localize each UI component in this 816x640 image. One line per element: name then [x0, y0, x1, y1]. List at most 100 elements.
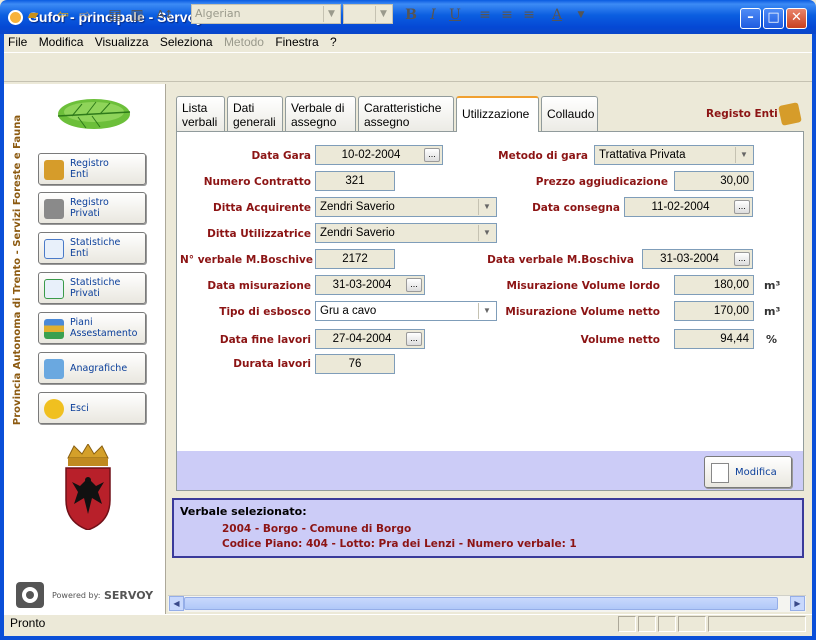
leaf-logo-icon	[57, 99, 131, 129]
bold-icon[interactable]: B	[402, 6, 420, 24]
maximize-icon[interactable]: □	[763, 8, 784, 29]
menu-modifica[interactable]: Modifica	[35, 34, 88, 50]
metodo-gara-label: Metodo di gara	[498, 150, 588, 162]
sidebar-item-label: Statistiche Privati	[70, 277, 121, 299]
metodo-gara-select[interactable]: Trattativa Privata ▼	[594, 145, 754, 165]
align-right-icon[interactable]: ≡	[520, 6, 538, 24]
chevron-down-icon: ▼	[323, 6, 339, 22]
ditta-utilizzatrice-label: Ditta Utilizzatrice	[207, 228, 311, 240]
menu-finestra[interactable]: Finestra	[271, 34, 322, 50]
modifica-label: Modifica	[735, 467, 777, 478]
tab-verbale-di-assegno[interactable]: Verbale di assegno	[285, 96, 356, 131]
prezzo-label: Prezzo aggiudicazione	[535, 176, 668, 188]
font-name-select: Algerian ▼	[191, 4, 341, 24]
ditta-utilizzatrice-select[interactable]: Zendri Saverio ▼	[315, 223, 497, 243]
prezzo-field[interactable]: 30,00	[674, 171, 754, 191]
data-misurazione-label: Data misurazione	[207, 280, 311, 292]
book-icon[interactable]	[778, 102, 802, 126]
durata-lavori-label: Durata lavori	[233, 358, 311, 370]
menu-visualizza[interactable]: Visualizza	[91, 34, 153, 50]
open-folder-icon[interactable]: ▰	[24, 6, 42, 24]
sort-icon[interactable]: A↕	[156, 6, 174, 24]
date-picker-button[interactable]: ...	[424, 148, 440, 162]
data-gara-value: 10-02-2004	[341, 149, 401, 161]
n-verbale-label: N° verbale M.Boschive	[180, 254, 313, 266]
status-panel	[708, 616, 806, 632]
vol-lordo-unit: m³	[764, 279, 781, 292]
align-center-icon[interactable]: ≡	[498, 6, 516, 24]
n-verbale-field[interactable]: 2172	[315, 249, 395, 269]
italic-icon[interactable]: I	[424, 6, 442, 24]
data-fine-lavori-field[interactable]: 27-04-2004 ...	[315, 329, 425, 349]
tab-collaudo[interactable]: Collaudo	[541, 96, 598, 131]
date-picker-button[interactable]: ...	[406, 332, 422, 346]
date-picker-button[interactable]: ...	[734, 200, 750, 214]
selected-verbale-line1: 2004 - Borgo - Comune di Borgo	[222, 523, 412, 535]
contact-card-icon	[44, 359, 64, 379]
sidebar-item-esci[interactable]: Esci	[38, 392, 146, 424]
back-arrow-icon[interactable]: ⇦	[54, 6, 72, 24]
sidebar-item-label: Esci	[70, 403, 89, 414]
status-panel	[678, 616, 706, 632]
date-picker-button[interactable]: ...	[734, 252, 750, 266]
numero-contratto-field[interactable]: 321	[315, 171, 395, 191]
sidebar-item-label: Anagrafiche	[70, 363, 128, 374]
data-verbale-field[interactable]: 31-03-2004 ...	[642, 249, 753, 269]
book-icon	[44, 160, 64, 180]
sidebar-item-piani-assestamento[interactable]: Piani Assestamento	[38, 312, 146, 344]
scroll-left-icon[interactable]: ◀	[169, 596, 184, 611]
footprints-icon	[44, 399, 64, 419]
scroll-right-icon[interactable]: ▶	[790, 596, 805, 611]
sidebar-item-anagrafiche[interactable]: Anagrafiche	[38, 352, 146, 384]
font-color-icon[interactable]: A	[548, 6, 566, 24]
sidebar-item-statistiche-enti[interactable]: Statistiche Enti	[38, 232, 146, 264]
tab-caratteristiche-assegno[interactable]: Caratteristiche assegno	[358, 96, 454, 131]
align-left-icon[interactable]: ≡	[476, 6, 494, 24]
data-gara-field[interactable]: 10-02-2004 ...	[315, 145, 443, 165]
forward-arrow-icon[interactable]: ⇨	[76, 6, 94, 24]
volume-netto-unit: %	[766, 333, 778, 346]
data-consegna-label: Data consegna	[532, 202, 620, 214]
numero-contratto-label: Numero Contratto	[203, 176, 311, 188]
vol-lordo-field[interactable]: 180,00	[674, 275, 754, 295]
toolbar	[4, 52, 812, 82]
sidebar-item-registro-privati[interactable]: Registro Privati	[38, 192, 146, 224]
font-name-value: Algerian	[195, 7, 241, 20]
delete-records-icon[interactable]: ▥	[128, 6, 146, 24]
close-icon[interactable]: ✕	[786, 8, 807, 29]
modifica-button[interactable]: Modifica	[704, 456, 792, 488]
minimize-icon[interactable]: –	[740, 8, 761, 29]
coat-of-arms-icon	[65, 444, 111, 530]
chevron-down-icon[interactable]: ▼	[735, 147, 752, 163]
book-icon	[44, 199, 64, 219]
volume-netto-field[interactable]: 94,44	[674, 329, 754, 349]
sidebar-item-label: Statistiche Enti	[70, 237, 121, 259]
vol-netto-mis-field[interactable]: 170,00	[674, 301, 754, 321]
sidebar-item-statistiche-privati[interactable]: Statistiche Privati	[38, 272, 146, 304]
data-fine-lavori-value: 27-04-2004	[332, 333, 392, 345]
data-verbale-value: 31-03-2004	[660, 253, 719, 265]
menu-seleziona[interactable]: Seleziona	[156, 34, 217, 50]
menu-help[interactable]: ?	[326, 34, 341, 50]
underline-icon[interactable]: U	[446, 6, 464, 24]
scrollbar-thumb[interactable]	[184, 597, 778, 610]
data-consegna-field[interactable]: 11-02-2004 ...	[624, 197, 753, 217]
tab-lista-verbali[interactable]: Lista verbali	[176, 96, 225, 131]
data-misurazione-field[interactable]: 31-03-2004 ...	[315, 275, 425, 295]
menu-file[interactable]: File	[4, 34, 31, 50]
books-icon	[44, 319, 64, 339]
tab-utilizzazione[interactable]: Utilizzazione	[456, 96, 539, 132]
registo-enti-link[interactable]: Registo Enti	[706, 108, 778, 120]
sidebar-item-label: Registro Enti	[70, 158, 109, 180]
add-records-icon[interactable]: ▤	[106, 6, 124, 24]
chevron-down-icon[interactable]: ▼	[572, 6, 590, 24]
selected-verbale-title: Verbale selezionato:	[180, 505, 307, 518]
selected-verbale-line2: Codice Piano: 404 - Lotto: Pra dei Lenzi…	[222, 538, 577, 550]
vol-netto-mis-unit: m³	[764, 305, 781, 318]
tab-dati-generali[interactable]: Dati generali	[227, 96, 283, 131]
durata-lavori-field[interactable]: 76	[315, 354, 395, 374]
sidebar-item-registro-enti[interactable]: Registro Enti	[38, 153, 146, 185]
chart-icon	[44, 279, 64, 299]
date-picker-button[interactable]: ...	[406, 278, 422, 292]
chevron-down-icon[interactable]: ▼	[478, 225, 495, 241]
